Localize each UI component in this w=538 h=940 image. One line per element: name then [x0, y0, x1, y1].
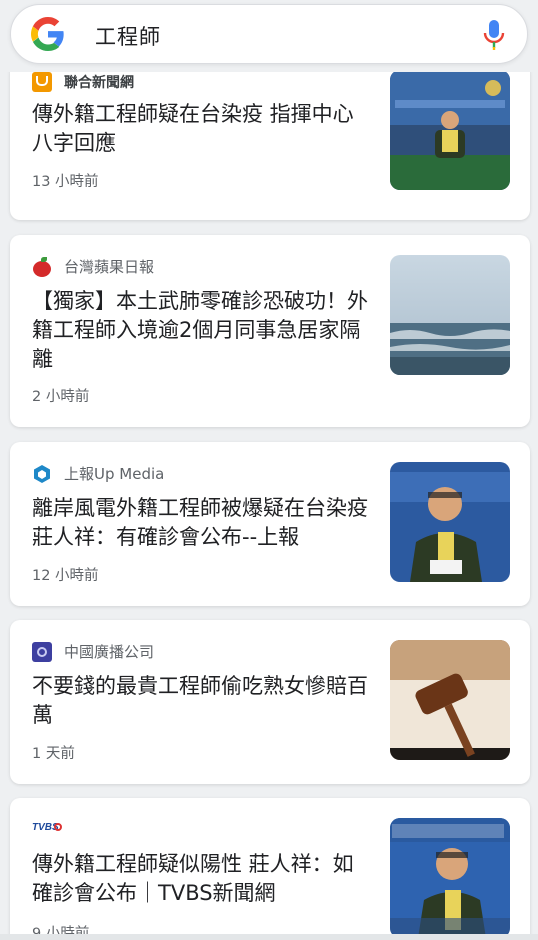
news-card[interactable]: 中國廣播公司 不要錢的最貴工程師偷吃熟女慘賠百萬 1 天前 — [10, 620, 530, 784]
google-logo-icon — [31, 17, 64, 51]
sea-photo[interactable] — [390, 255, 510, 375]
article-title[interactable]: 不要錢的最貴工程師偷吃熟女慘賠百萬 — [32, 672, 372, 730]
speaker-photo[interactable] — [390, 462, 510, 582]
news-feed: 聯合新聞網 傳外籍工程師疑在台染疫 指揮中心八字回應 13 小時前 台灣蘋果日報… — [0, 72, 538, 940]
search-bar[interactable]: 工程師 — [10, 4, 528, 64]
card-source: TVBS — [32, 819, 78, 839]
card-source: 上報Up Media — [32, 463, 164, 484]
article-time: 1 天前 — [32, 746, 75, 762]
article-title[interactable]: 傳外籍工程師疑似陽性 莊人祥：如確診會公布｜TVBS新聞網 — [32, 850, 372, 908]
card-source: 台灣蘋果日報 — [32, 256, 154, 277]
source-name: 中國廣播公司 — [64, 643, 155, 661]
article-time: 12 小時前 — [32, 568, 99, 584]
press-conference-photo[interactable] — [390, 72, 510, 190]
udn-icon — [32, 72, 52, 92]
article-title[interactable]: 傳外籍工程師疑在台染疫 指揮中心八字回應 — [32, 100, 372, 158]
tvbs-icon: TVBS — [32, 819, 66, 839]
news-card[interactable]: 上報Up Media 離岸風電外籍工程師被爆疑在台染疫莊人祥：有確診會公布--上… — [10, 442, 530, 606]
microphone-icon[interactable] — [483, 19, 505, 51]
news-card[interactable]: 聯合新聞網 傳外籍工程師疑在台染疫 指揮中心八字回應 13 小時前 — [10, 72, 530, 220]
article-time: 13 小時前 — [32, 174, 99, 190]
bottom-edge — [0, 934, 538, 940]
source-name: 聯合新聞網 — [64, 75, 134, 91]
article-time: 2 小時前 — [32, 389, 90, 405]
article-title[interactable]: 離岸風電外籍工程師被爆疑在台染疫莊人祥：有確診會公布--上報 — [32, 494, 372, 552]
news-card[interactable]: 台灣蘋果日報 【獨家】本土武肺零確診恐破功！外籍工程師入境逾2個月同事急居家隔離… — [10, 235, 530, 427]
apple-icon — [32, 256, 52, 277]
card-source: 聯合新聞網 — [32, 72, 134, 92]
news-card[interactable]: TVBS 傳外籍工程師疑似陽性 莊人祥：如確診會公布｜TVBS新聞網 9 小時前 — [10, 798, 530, 940]
source-name: 上報Up Media — [64, 465, 165, 483]
bcc-icon — [32, 641, 52, 662]
up-media-icon — [32, 464, 52, 484]
card-source: 中國廣播公司 — [32, 641, 154, 662]
search-query[interactable]: 工程師 — [95, 21, 161, 51]
article-title[interactable]: 【獨家】本土武肺零確診恐破功！外籍工程師入境逾2個月同事急居家隔離 — [32, 287, 372, 374]
source-name: 台灣蘋果日報 — [64, 258, 155, 276]
epidemic-photo[interactable] — [390, 818, 510, 938]
gavel-photo[interactable] — [390, 640, 510, 760]
